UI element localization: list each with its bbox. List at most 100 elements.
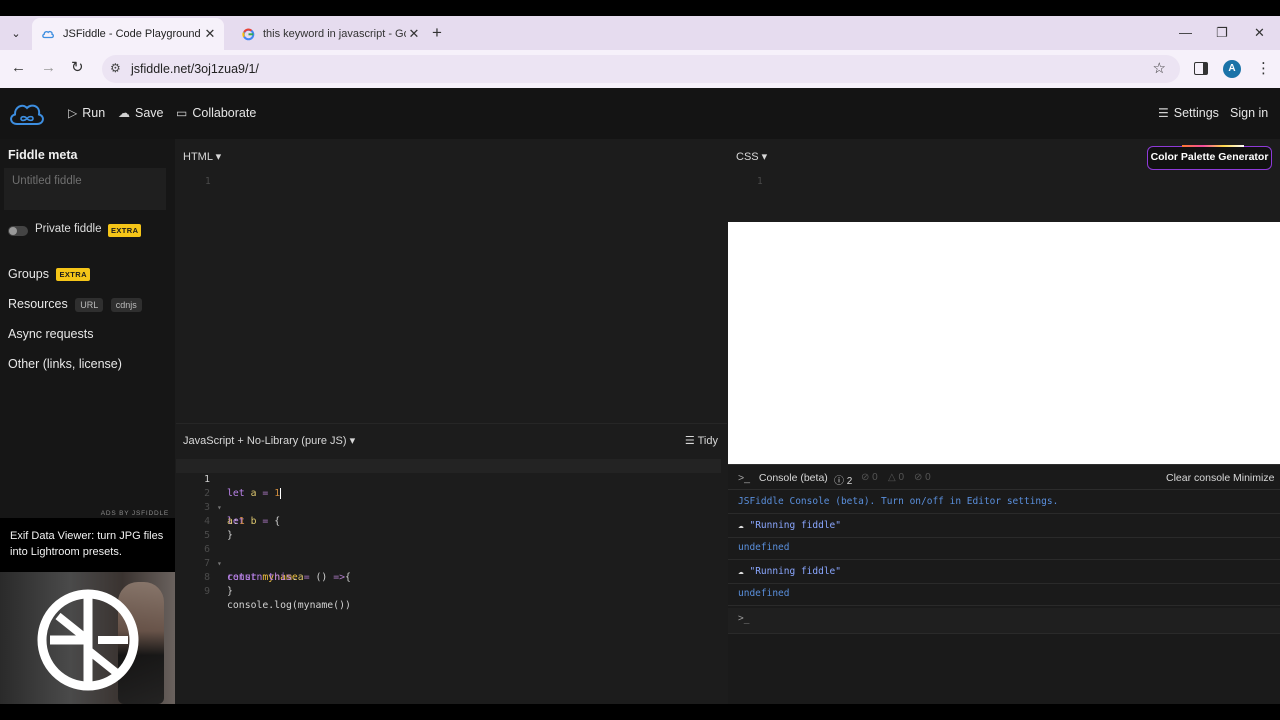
warning-circle-icon: ⊘ xyxy=(861,472,870,483)
code-line[interactable]: 9 console.log(myname()) xyxy=(176,571,721,611)
console-info-line: JSFiddle Console (beta). Turn on/off in … xyxy=(728,491,1280,514)
settings-button[interactable]: ☰ Settings xyxy=(1158,106,1219,120)
console-title: >_ Console (beta) xyxy=(738,472,828,484)
minimize-window-icon[interactable]: — xyxy=(1179,25,1192,40)
js-language-dropdown[interactable]: JavaScript + No-Library (pure JS) ▾ xyxy=(183,434,355,447)
profile-avatar[interactable]: A xyxy=(1223,60,1241,78)
code-line[interactable]: 4 } xyxy=(176,501,721,541)
warning-triangle-icon: △ xyxy=(888,472,896,483)
sidebar-item-resources[interactable]: Resources URL cdnjs xyxy=(8,297,142,312)
console-input[interactable]: >_ xyxy=(728,608,1280,634)
info-circle-icon: ⊘ xyxy=(914,472,923,483)
js-label: JavaScript + No-Library (pure JS) xyxy=(183,435,347,447)
code-line[interactable]: 8 } xyxy=(176,557,721,597)
address-bar[interactable]: ⚙ jsfiddle.net/3oj1zua9/1/ ☆ xyxy=(102,55,1180,83)
cloud-icon: ☁ xyxy=(738,566,744,577)
run-button[interactable]: ▷ Run xyxy=(68,106,105,120)
warning-count[interactable]: ⊘ 0 xyxy=(861,472,878,483)
fiddle-meta-title: Fiddle meta xyxy=(8,148,78,162)
html-label: HTML xyxy=(183,151,213,163)
jsfiddle-logo-icon[interactable] xyxy=(8,99,46,129)
cloud-icon: ☁ xyxy=(738,520,744,531)
restore-window-icon[interactable]: ❐ xyxy=(1216,25,1228,41)
html-editor-pane[interactable]: HTML ▾ 1 xyxy=(176,139,727,422)
css-editor-pane[interactable]: CSS ▾ 1 Color Palette Generator xyxy=(728,139,1280,222)
run-label: Run xyxy=(82,106,106,120)
ad-image[interactable] xyxy=(0,572,175,704)
minimize-console-button[interactable]: Minimize xyxy=(1233,472,1274,484)
jsfiddle-cloud-icon xyxy=(41,27,55,41)
code-line[interactable]: 2 ▾ let b = { xyxy=(176,473,721,527)
url-text[interactable]: jsfiddle.net/3oj1zua9/1/ xyxy=(131,62,259,76)
sidebar-item-other[interactable]: Other (links, license) xyxy=(8,357,122,371)
site-info-icon[interactable]: ⚙ xyxy=(110,61,121,75)
close-window-icon[interactable]: ✕ xyxy=(1254,25,1265,41)
bookmark-star-icon[interactable]: ☆ xyxy=(1153,59,1166,77)
console-panel: >_ Console (beta) ⓘ 2 ⊘ 0 △ 0 ⊘ 0 Clear … xyxy=(728,464,1280,704)
tab-title: this keyword in javascript - Goo xyxy=(263,28,406,40)
cloud-upload-icon: ☁ xyxy=(118,106,130,120)
js-editor-pane[interactable]: JavaScript + No-Library (pure JS) ▾ ☰ Ti… xyxy=(176,423,727,704)
close-tab-icon[interactable]: ✕ xyxy=(406,26,422,42)
new-tab-plus-icon[interactable]: + xyxy=(432,24,442,42)
back-arrow-icon[interactable]: ← xyxy=(11,59,26,77)
browser-tab-jsfiddle[interactable]: JSFiddle - Code Playground ✕ xyxy=(32,18,224,50)
private-fiddle-toggle[interactable] xyxy=(8,226,28,236)
log-count[interactable]: ⊘ 0 xyxy=(914,472,931,483)
close-tab-icon[interactable]: ✕ xyxy=(202,26,218,42)
ad-text[interactable]: Exif Data Viewer: turn JPG files into Li… xyxy=(0,518,175,572)
color-palette-generator-button[interactable]: Color Palette Generator xyxy=(1147,145,1272,170)
sliders-icon: ☰ xyxy=(1158,106,1169,120)
js-code[interactable]: 1 let a = 1 2 ▾ let b = { 3 a:1 4 } 5 6 … xyxy=(176,459,721,611)
code-line[interactable]: 6 ▾ const myname = () =>{ xyxy=(176,529,721,583)
browser-menu-icon[interactable]: ⋮ xyxy=(1256,59,1271,77)
clear-console-button[interactable]: Clear console xyxy=(1166,472,1230,484)
line-number: 1 xyxy=(205,176,211,187)
html-language-dropdown[interactable]: HTML ▾ xyxy=(183,150,221,163)
play-icon: ▷ xyxy=(68,106,78,120)
error-count[interactable]: ⓘ 2 xyxy=(834,472,852,487)
tab-search-chevron-icon[interactable]: ⌄ xyxy=(6,23,26,43)
jsfiddle-app: ▷ Run ☁ Save ▭ Collaborate ☰ Settings Si… xyxy=(0,88,1280,704)
browser-toolbar: ← → ↻ ⚙ jsfiddle.net/3oj1zua9/1/ ☆ A ⋮ xyxy=(0,50,1280,88)
sign-in-button[interactable]: Sign in xyxy=(1230,106,1268,120)
private-fiddle-label: Private fiddle xyxy=(35,223,102,235)
info-count[interactable]: △ 0 xyxy=(888,472,904,483)
forward-arrow-icon[interactable]: → xyxy=(41,59,56,77)
tidy-label: Tidy xyxy=(697,435,718,447)
code-line[interactable]: 7 return this.a xyxy=(176,543,721,583)
console-log-line: ☁ "Running fiddle" xyxy=(728,561,1280,584)
console-log-line: ☁ "Running fiddle" xyxy=(728,515,1280,538)
line-number: 1 xyxy=(757,176,763,187)
app-header: ▷ Run ☁ Save ▭ Collaborate ☰ Settings Si… xyxy=(0,88,1280,139)
save-button[interactable]: ☁ Save xyxy=(118,106,164,120)
collaborate-button[interactable]: ▭ Collaborate xyxy=(176,106,256,120)
side-panel-icon[interactable] xyxy=(1194,62,1208,75)
resources-label: Resources xyxy=(8,297,68,311)
console-log-line: undefined xyxy=(728,583,1280,606)
browser-tab-bar: ⌄ JSFiddle - Code Playground ✕ this keyw… xyxy=(0,16,1280,50)
browser-tab-google[interactable]: this keyword in javascript - Goo ✕ xyxy=(232,18,428,50)
code-line[interactable]: 5 xyxy=(176,515,721,541)
ads-label: ADS BY JSFIDDLE xyxy=(100,510,169,517)
extra-badge: EXTRA xyxy=(56,268,90,282)
resource-cdnjs-pill[interactable]: cdnjs xyxy=(110,297,142,312)
sidebar-item-groups[interactable]: Groups EXTRA xyxy=(8,267,90,282)
save-label: Save xyxy=(135,106,164,120)
screen-top-border xyxy=(0,0,1280,16)
css-label: CSS xyxy=(736,151,759,163)
code-line[interactable]: 3 a:1 xyxy=(176,487,721,527)
result-iframe[interactable] xyxy=(728,222,1280,464)
code-line[interactable]: 1 let a = 1 xyxy=(176,459,721,499)
extra-badge: EXTRA xyxy=(108,224,142,237)
reload-icon[interactable]: ↻ xyxy=(71,59,84,77)
fiddle-name-input[interactable]: Untitled fiddle xyxy=(4,168,166,210)
tab-title: JSFiddle - Code Playground xyxy=(63,28,201,40)
console-log-line: undefined xyxy=(728,537,1280,560)
tidy-button[interactable]: ☰ Tidy xyxy=(685,434,718,447)
ad-brand-logo-icon xyxy=(37,589,139,691)
google-icon xyxy=(241,27,255,41)
resource-url-pill[interactable]: URL xyxy=(75,297,104,312)
sidebar-item-async[interactable]: Async requests xyxy=(8,327,93,341)
css-language-dropdown[interactable]: CSS ▾ xyxy=(736,150,767,163)
